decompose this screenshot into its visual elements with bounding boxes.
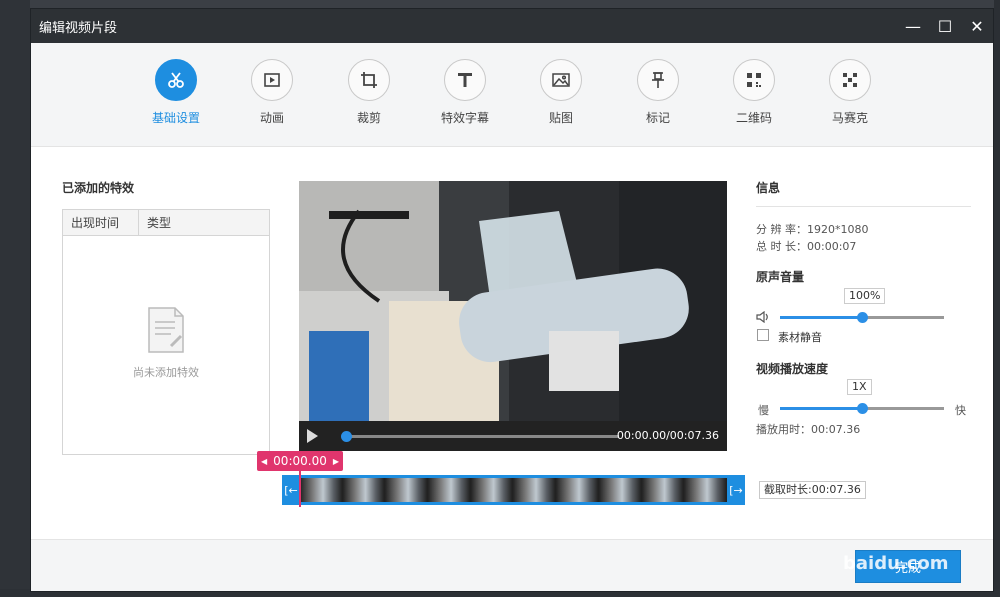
timeline-frame xyxy=(684,478,727,502)
tab-qrcode[interactable]: 二维码 xyxy=(714,59,794,126)
video-frame xyxy=(299,181,727,421)
timeline-frame xyxy=(598,478,642,502)
speed-title: 视频播放速度 xyxy=(756,362,829,376)
trim-right-icon: [→ xyxy=(729,483,743,497)
tab-effect-subtitles[interactable]: 特效字幕 xyxy=(425,59,505,126)
empty-effects-text: 尚未添加特效 xyxy=(133,366,199,379)
tab-basic-settings[interactable]: 基础设置 xyxy=(136,59,216,126)
image-icon xyxy=(540,59,582,101)
volume-slider-knob[interactable] xyxy=(857,312,868,323)
cut-length-label: 截取时长:00:07.36 xyxy=(759,481,866,499)
caret-left-icon[interactable]: ◀ xyxy=(261,457,267,466)
column-appear-time: 出现时间 xyxy=(63,210,139,235)
tab-label: 特效字幕 xyxy=(440,111,489,125)
timeline-frame xyxy=(428,478,471,502)
background-app-left xyxy=(0,0,30,597)
effects-title: 已添加的特效 xyxy=(62,181,135,195)
timeline-cursor[interactable] xyxy=(299,467,301,507)
trim-left-icon: [← xyxy=(284,483,298,497)
progress-knob[interactable] xyxy=(341,431,352,442)
tab-label: 二维码 xyxy=(735,111,772,125)
qrcode-icon xyxy=(733,59,775,101)
play-icon[interactable] xyxy=(307,429,318,443)
timeline-frame xyxy=(300,478,343,502)
edit-video-dialog: 编辑视频片段 — ☐ ✕ 基础设置 动画 裁剪 特效字幕 贴图 标记 二维码 马… xyxy=(30,8,994,592)
timeline-frame xyxy=(556,478,599,502)
timeline-frame xyxy=(513,478,557,502)
play-time-label: 播放用时： xyxy=(756,423,811,436)
mute-checkbox[interactable] xyxy=(757,329,769,341)
close-button[interactable]: ✕ xyxy=(961,9,993,43)
close-icon: ✕ xyxy=(970,16,984,36)
info-divider xyxy=(756,206,971,207)
trim-start-handle[interactable]: [← xyxy=(282,475,300,505)
watermark: baidu.com xyxy=(843,553,949,574)
duration-label: 总 时 长： xyxy=(756,240,807,253)
volume-slider-fill xyxy=(780,316,862,319)
tab-label: 裁剪 xyxy=(356,111,381,125)
tab-animation[interactable]: 动画 xyxy=(232,59,312,126)
video-player[interactable]: 00:00.00/00:07.36 xyxy=(299,181,727,451)
progress-track[interactable] xyxy=(345,435,619,438)
duration-value: 00:00:07 xyxy=(807,240,857,253)
current-time: 00:00.00 xyxy=(273,454,327,468)
tab-mosaic[interactable]: 马赛克 xyxy=(810,59,890,126)
maximize-button[interactable]: ☐ xyxy=(929,9,961,43)
timeline-frame xyxy=(641,478,685,502)
maximize-icon: ☐ xyxy=(937,16,953,36)
resolution-label: 分 辨 率： xyxy=(756,223,807,236)
mute-label: 素材静音 xyxy=(778,331,822,344)
volume-value-tip: 100% xyxy=(844,288,886,304)
info-title: 信息 xyxy=(756,181,781,195)
tab-label: 基础设置 xyxy=(151,111,200,125)
effects-table: 出现时间 类型 尚未添加特效 xyxy=(62,209,270,455)
timeline-frame xyxy=(342,478,386,502)
effects-table-header: 出现时间 类型 xyxy=(63,210,269,236)
tab-marker[interactable]: 标记 xyxy=(618,59,698,126)
timeline-frame xyxy=(470,478,514,502)
tab-label: 动画 xyxy=(259,111,284,125)
player-controls: 00:00.00/00:07.36 xyxy=(299,421,727,451)
scissors-icon xyxy=(155,59,197,101)
speed-value-tip: 1X xyxy=(847,379,872,395)
tab-crop[interactable]: 裁剪 xyxy=(329,59,409,126)
trim-end-handle[interactable]: [→ xyxy=(727,475,745,505)
timeline-strip[interactable]: [← [→ xyxy=(282,475,745,505)
tab-bar: 基础设置 动画 裁剪 特效字幕 贴图 标记 二维码 马赛克 xyxy=(31,43,993,147)
dialog-title: 编辑视频片段 xyxy=(39,20,118,36)
play-time-row: 播放用时：00:07.36 xyxy=(756,421,860,437)
pin-icon xyxy=(637,59,679,101)
empty-document-icon xyxy=(147,306,187,357)
speed-slider-fill xyxy=(780,407,862,410)
tab-label: 标记 xyxy=(645,111,670,125)
mosaic-icon xyxy=(829,59,871,101)
speaker-icon xyxy=(756,310,770,326)
minimize-button[interactable]: — xyxy=(897,9,929,43)
text-icon xyxy=(444,59,486,101)
animation-icon xyxy=(251,59,293,101)
titlebar: 编辑视频片段 — ☐ ✕ xyxy=(31,9,993,43)
play-time-value: 00:07.36 xyxy=(811,423,861,436)
column-type: 类型 xyxy=(147,216,172,230)
timeline-frame xyxy=(385,478,429,502)
fast-label: 快 xyxy=(955,404,966,417)
minimize-icon: — xyxy=(905,16,921,36)
volume-title: 原声音量 xyxy=(756,270,805,284)
tab-sticker[interactable]: 贴图 xyxy=(521,59,601,126)
duration-row: 总 时 长：00:00:07 xyxy=(756,238,856,254)
background-app-right xyxy=(994,0,1000,597)
speed-slider-knob[interactable] xyxy=(857,403,868,414)
resolution-value: 1920*1080 xyxy=(807,223,869,236)
timeline-frames xyxy=(300,478,727,502)
tab-label: 贴图 xyxy=(548,111,573,125)
caret-right-icon[interactable]: ▶ xyxy=(333,457,339,466)
resolution-row: 分 辨 率：1920*1080 xyxy=(756,221,869,237)
slow-label: 慢 xyxy=(758,404,769,417)
crop-icon xyxy=(348,59,390,101)
time-display: 00:00.00/00:07.36 xyxy=(616,429,719,442)
tab-label: 马赛克 xyxy=(831,111,868,125)
